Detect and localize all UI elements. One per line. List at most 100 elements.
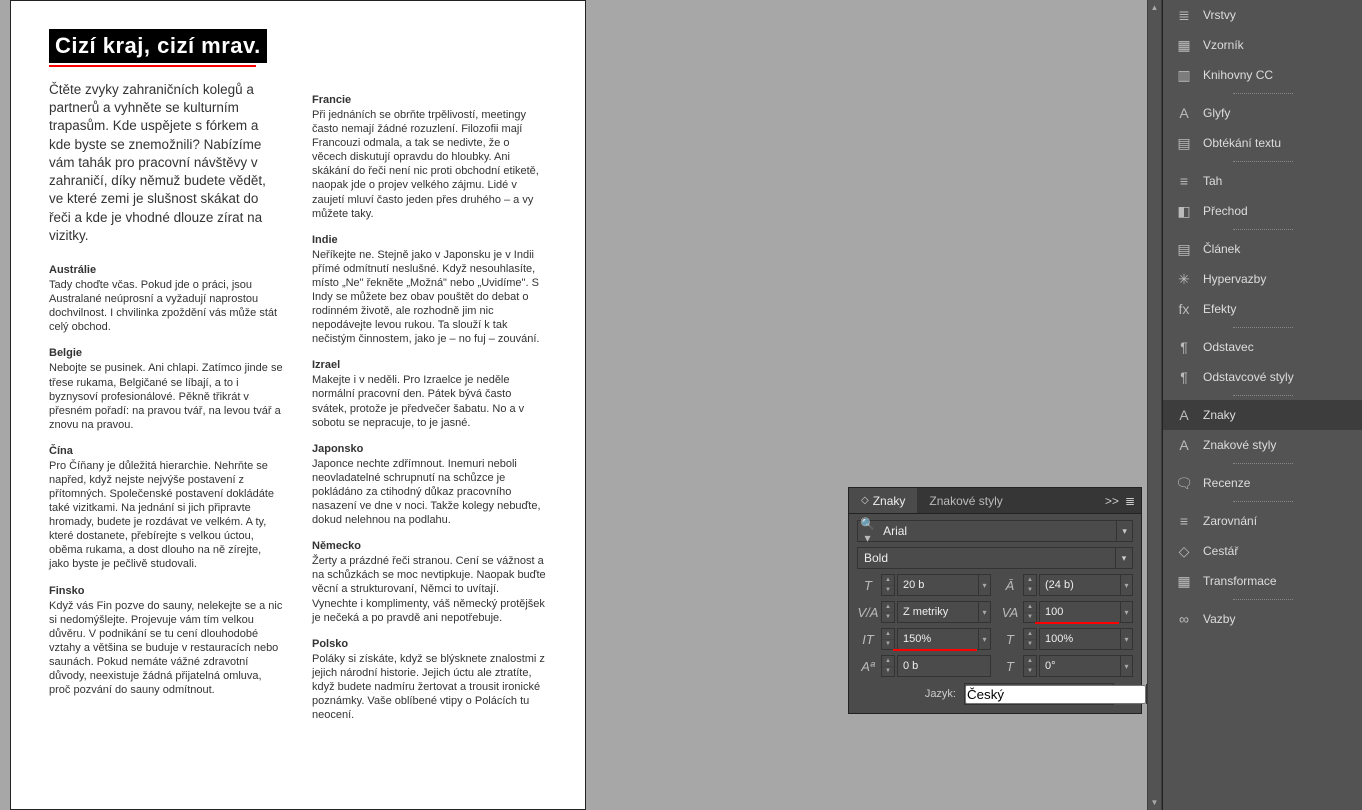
panel-item-label: Obtékání textu: [1203, 136, 1281, 150]
leading-input[interactable]: [1040, 579, 1120, 591]
spinner[interactable]: ▲▼: [881, 574, 895, 596]
vzornik-icon: ▦: [1175, 37, 1193, 53]
vertical-scale-control[interactable]: IT ▲▼ ▾: [857, 628, 991, 650]
section-body: Poláky si získáte, když se blýsknete zna…: [312, 652, 547, 722]
baseline-input[interactable]: [898, 660, 990, 672]
spinner[interactable]: ▲▼: [881, 655, 895, 677]
cestar-icon: ◇: [1175, 543, 1193, 559]
panel-item-hypervazby[interactable]: ✳Hypervazby: [1163, 264, 1362, 294]
section-heading: Izrael: [312, 358, 547, 372]
panel-item-tah[interactable]: ≡Tah: [1163, 166, 1362, 196]
language-input[interactable]: [965, 685, 1146, 704]
panel-item-znaky[interactable]: AZnaky: [1163, 400, 1362, 430]
section-heading: Polsko: [312, 637, 547, 651]
horz-scale-input[interactable]: [1040, 633, 1120, 645]
title-underline: [49, 65, 256, 67]
document-page: Cizí kraj, cizí mrav. Čtěte zvyky zahran…: [10, 0, 586, 810]
dropdown-icon[interactable]: ▾: [1120, 575, 1132, 595]
panel-item-prechod[interactable]: ◧Přechod: [1163, 196, 1362, 226]
panel-item-cestar[interactable]: ◇ Cestář: [1163, 536, 1362, 566]
panel-item-transformace[interactable]: ▦ Transformace: [1163, 566, 1362, 596]
font-size-control[interactable]: T ▲▼ ▾: [857, 574, 991, 596]
panel-item-label: Odstavcové styly: [1203, 370, 1294, 384]
spinner[interactable]: ▲▼: [1023, 574, 1037, 596]
horizontal-scale-control[interactable]: T ▲▼ ▾: [999, 628, 1133, 650]
panel-item-recenze[interactable]: 🗨Recenze: [1163, 468, 1362, 498]
panel-item-label: Cestář: [1203, 544, 1238, 558]
kerning-icon: V/A: [857, 601, 879, 623]
panel-item-odst-styly[interactable]: ¶Odstavcové styly: [1163, 362, 1362, 392]
panel-item-vzornik[interactable]: ▦ Vzorník: [1163, 30, 1362, 60]
character-panel[interactable]: Znaky Znakové styly >> ≣ 🔍▾ ▾ ▾ T ▲▼: [848, 487, 1142, 714]
panel-item-label: Vzorník: [1203, 38, 1244, 52]
collapse-icon[interactable]: >>: [1105, 494, 1119, 508]
panel-item-glyfy[interactable]: AGlyfy: [1163, 98, 1362, 128]
section-heading: Austrálie: [49, 263, 284, 277]
language-field[interactable]: ▾: [964, 683, 1114, 705]
section-heading: Belgie: [49, 346, 284, 360]
section-body: Při jednáních se obrňte trpělivostí, mee…: [312, 108, 547, 221]
dropdown-icon[interactable]: ▾: [1120, 656, 1132, 676]
panel-item-efekty[interactable]: fxEfekty: [1163, 294, 1362, 324]
tracking-input[interactable]: [1040, 606, 1120, 618]
dropdown-icon[interactable]: ▾: [978, 602, 990, 622]
font-style-field[interactable]: ▾: [857, 547, 1133, 569]
font-size-icon: T: [857, 574, 879, 596]
clanek-icon: ▤: [1175, 241, 1193, 257]
skew-icon: T: [999, 655, 1021, 677]
highlight-underline: [893, 649, 977, 651]
transformace-icon: ▦: [1175, 573, 1193, 589]
text-columns: Čtěte zvyky zahraničních kolegů a partne…: [49, 81, 547, 726]
scroll-up-icon[interactable]: ▲: [1148, 0, 1161, 15]
vert-scale-input[interactable]: [898, 633, 978, 645]
dropdown-icon[interactable]: ▾: [978, 575, 990, 595]
skew-control[interactable]: T ▲▼ ▾: [999, 655, 1133, 677]
spinner[interactable]: ▲▼: [881, 628, 895, 650]
section-heading: Německo: [312, 539, 547, 553]
panel-item-obtekani[interactable]: ▤Obtékání textu: [1163, 128, 1362, 158]
tab-znakove-styly[interactable]: Znakové styly: [917, 488, 1014, 513]
panel-item-label: Transformace: [1203, 574, 1277, 588]
panel-group-separator: [1163, 392, 1362, 400]
panel-item-zarovnani[interactable]: ≡Zarovnání: [1163, 506, 1362, 536]
kerning-input[interactable]: [898, 606, 978, 618]
dropdown-icon[interactable]: ▾: [1116, 521, 1132, 541]
panel-item-vrstvy[interactable]: ≣Vrstvy: [1163, 0, 1362, 30]
panel-group-separator: [1163, 226, 1362, 234]
dropdown-icon[interactable]: ▾: [978, 629, 990, 649]
font-style-input[interactable]: [858, 551, 1115, 565]
panel-menu-icon[interactable]: ≣: [1125, 494, 1135, 508]
dropdown-icon[interactable]: ▾: [1120, 602, 1132, 622]
panel-item-label: Znaky: [1203, 408, 1236, 422]
spinner[interactable]: ▲▼: [1023, 655, 1037, 677]
panel-item-vazby[interactable]: ∞Vazby: [1163, 604, 1362, 634]
font-family-input[interactable]: [877, 524, 1116, 538]
panel-item-clanek[interactable]: ▤ Článek: [1163, 234, 1362, 264]
panel-item-odstavec[interactable]: ¶Odstavec: [1163, 332, 1362, 362]
right-scrollbar[interactable]: ▲ ▼: [1147, 0, 1162, 810]
skew-input[interactable]: [1040, 660, 1120, 672]
scroll-down-icon[interactable]: ▼: [1148, 795, 1161, 810]
font-size-input[interactable]: [898, 579, 978, 591]
spinner[interactable]: ▲▼: [1023, 601, 1037, 623]
tab-znaky[interactable]: Znaky: [849, 488, 917, 513]
panel-item-label: Hypervazby: [1203, 272, 1266, 286]
highlight-underline: [1035, 622, 1119, 624]
tracking-control[interactable]: VA ▲▼ ▾: [999, 601, 1133, 623]
dropdown-icon[interactable]: ▾: [1120, 629, 1132, 649]
panel-item-label: Efekty: [1203, 302, 1236, 316]
right-column: FranciePři jednáních se obrňte trpělivos…: [312, 81, 547, 726]
dropdown-icon[interactable]: ▾: [1115, 548, 1132, 568]
leading-control[interactable]: Ᾱ ▲▼ ▾: [999, 574, 1133, 596]
recenze-icon: 🗨: [1175, 475, 1193, 491]
spinner[interactable]: ▲▼: [881, 601, 895, 623]
font-family-field[interactable]: 🔍▾ ▾: [857, 520, 1133, 542]
spinner[interactable]: ▲▼: [1023, 628, 1037, 650]
kerning-control[interactable]: V/A ▲▼ ▾: [857, 601, 991, 623]
panel-item-knihovny[interactable]: ▥Knihovny CC: [1163, 60, 1362, 90]
panel-item-label: Článek: [1203, 242, 1240, 256]
panel-item-znak-styly[interactable]: AZnakové styly: [1163, 430, 1362, 460]
section-body: Japonce nechte zdřímnout. Inemuri neboli…: [312, 457, 547, 527]
baseline-shift-control[interactable]: Aª ▲▼: [857, 655, 991, 677]
panel-item-label: Odstavec: [1203, 340, 1254, 354]
